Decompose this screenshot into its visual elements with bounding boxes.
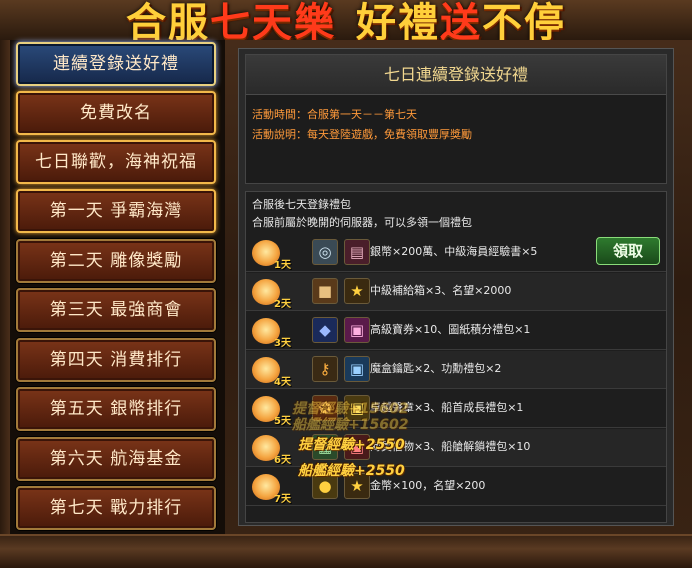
menu-item-day3[interactable]: 第三天 最強商會: [16, 288, 216, 332]
menu-item-day4[interactable]: 第四天 消費排行: [16, 338, 216, 382]
bottom-frame-bar: [0, 534, 692, 568]
menu-item-day6[interactable]: 第六天 航海基金: [16, 437, 216, 481]
reward-row-day2: 2天 ■ ★ 中級補給箱×3、名望×2000: [246, 273, 666, 311]
exp-popup-ship-faint: 船艦經驗+15602: [292, 417, 409, 433]
event-menu: 連續登錄送好禮 免費改名 七日聯歡，海神祝福 第一天 爭霸海灣 第二天 雕像獎勵…: [10, 40, 225, 534]
day-label: 4天: [274, 377, 291, 388]
banner-text-1: 合服: [126, 0, 210, 40]
banner-text-4: 送: [440, 0, 482, 40]
reward-text: 高級寶券×10、圖紙積分禮包×1: [370, 323, 531, 336]
exp-popup-ship: 船艦經驗+2550: [298, 463, 405, 479]
event-time: 活動時間：合服第一天－－第七天: [252, 108, 417, 121]
reward-text: 中級補給箱×3、名望×2000: [370, 284, 512, 297]
key-icon[interactable]: ⚷: [312, 356, 338, 382]
content-panel: 七日連續登錄送好禮 活動時間：合服第一天－－第七天 活動說明：每天登陸遊戲，免費…: [238, 48, 674, 526]
claim-button[interactable]: 領取: [596, 237, 660, 265]
reward-row-day3: 3天 ◆ ▣ 高級寶券×10、圖紙積分禮包×1: [246, 312, 666, 350]
reward-text: 銀幣×200萬、中級海員經驗書×5: [370, 245, 538, 258]
banner-text-3: 好禮: [356, 0, 440, 40]
reward-row-day1: 1天 ◎ ▤ 銀幣×200萬、中級海員經驗書×5 領取: [246, 234, 666, 272]
day-label: 3天: [274, 338, 291, 349]
menu-item-day5[interactable]: 第五天 銀幣排行: [16, 387, 216, 431]
event-info-box: 七日連續登錄送好禮 活動時間：合服第一天－－第七天 活動說明：每天登陸遊戲，免費…: [245, 54, 667, 184]
left-rail: [0, 40, 10, 534]
coin-stack-icon[interactable]: ◎: [312, 239, 338, 265]
event-banner: 合服七天樂 好禮送不停: [0, 0, 692, 40]
gift-box-icon[interactable]: ▣: [344, 356, 370, 382]
list-note-2: 合服前屬於晚開的伺服器，可以多領一個禮包: [252, 216, 472, 229]
star-badge-icon[interactable]: ★: [344, 278, 370, 304]
panel-title: 七日連續登錄送好禮: [246, 55, 666, 95]
event-description: 活動說明：每天登陸遊戲，免費領取豐厚獎勵: [252, 128, 472, 141]
exp-popup-admiral: 提督經驗+2550: [298, 437, 405, 453]
menu-item-free-rename[interactable]: 免費改名: [16, 91, 216, 135]
day-label: 5天: [274, 416, 291, 427]
reward-text: 魔盒鑰匙×2、功勳禮包×2: [370, 362, 502, 375]
gift-box-icon[interactable]: ▣: [344, 317, 370, 343]
reward-row-day4: 4天 ⚷ ▣ 魔盒鑰匙×2、功勳禮包×2: [246, 351, 666, 389]
list-note-1: 合服後七天登錄禮包: [252, 198, 351, 211]
supply-crate-icon[interactable]: ■: [312, 278, 338, 304]
banner-title: 合服七天樂 好禮送不停: [126, 0, 566, 40]
day-label: 6天: [274, 455, 291, 466]
day-label: 7天: [274, 494, 291, 505]
menu-item-day7[interactable]: 第七天 戰力排行: [16, 486, 216, 530]
menu-item-day1[interactable]: 第一天 爭霸海灣: [16, 189, 216, 233]
banner-text-2: 七天樂: [210, 0, 336, 40]
banner-text-5: 不停: [482, 0, 566, 40]
gem-cluster-icon[interactable]: ◆: [312, 317, 338, 343]
menu-item-login-gift[interactable]: 連續登錄送好禮: [16, 42, 216, 86]
day-label: 2天: [274, 299, 291, 310]
menu-item-day2[interactable]: 第二天 雕像獎勵: [16, 239, 216, 283]
menu-item-seven-day-blessing[interactable]: 七日聯歡，海神祝福: [16, 140, 216, 184]
day-label: 1天: [274, 260, 291, 271]
scroll-book-icon[interactable]: ▤: [344, 239, 370, 265]
